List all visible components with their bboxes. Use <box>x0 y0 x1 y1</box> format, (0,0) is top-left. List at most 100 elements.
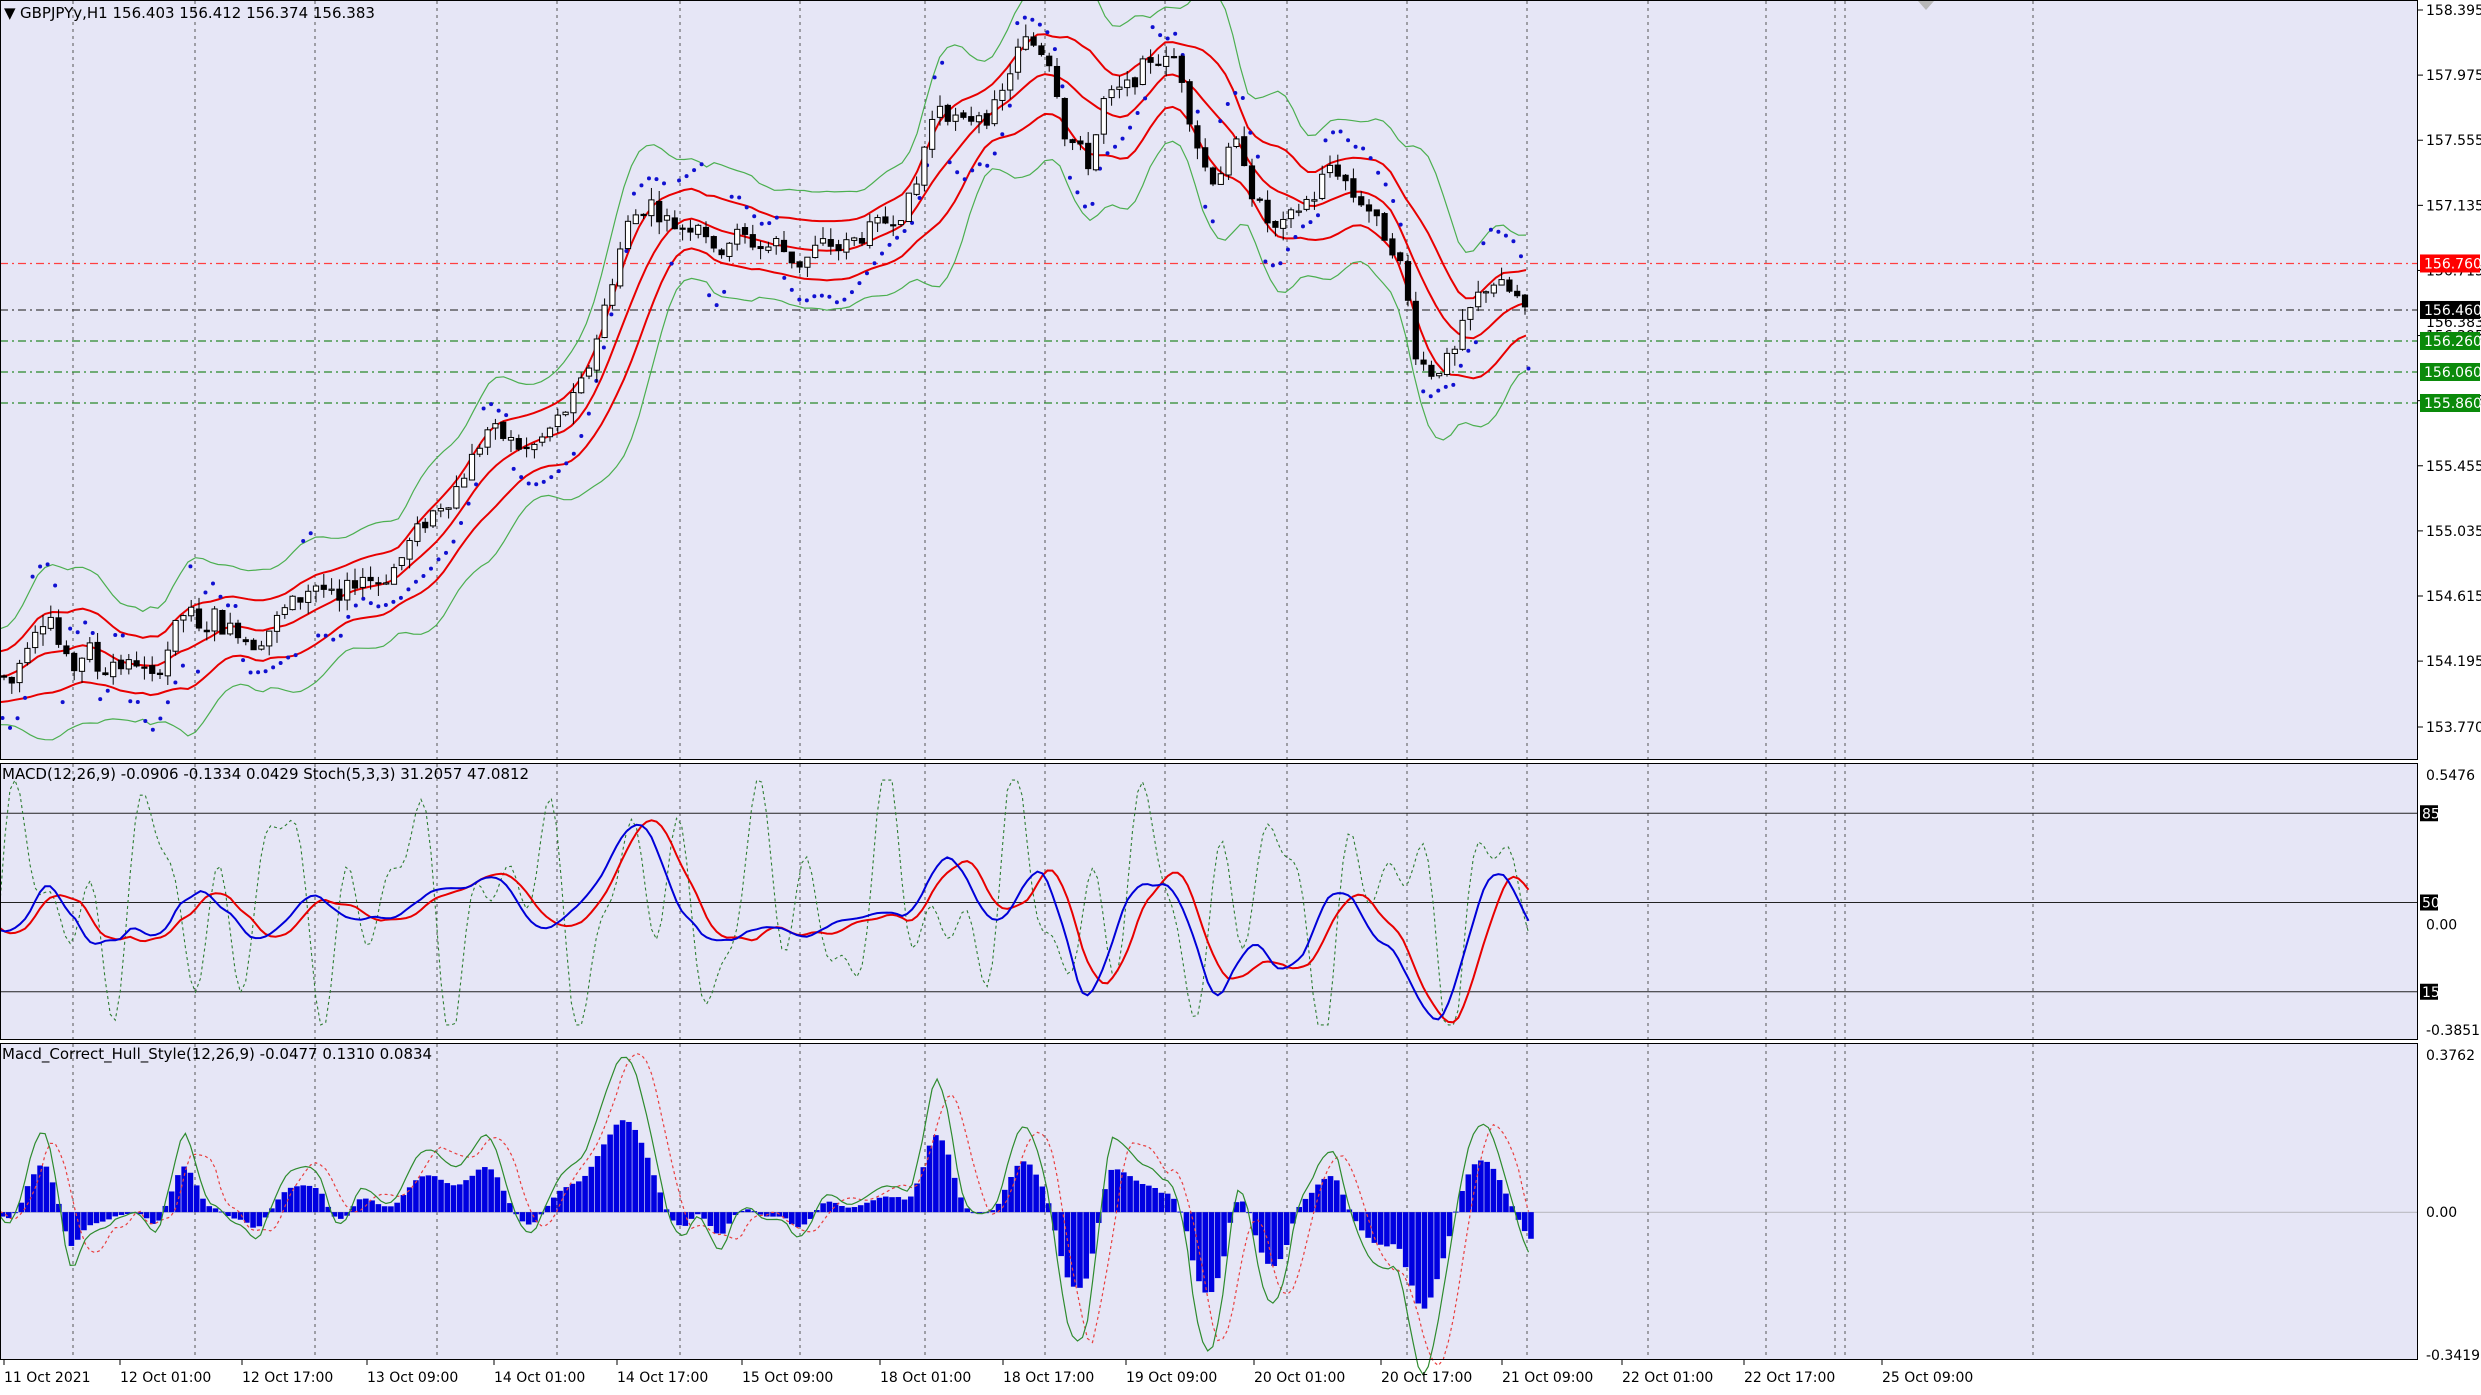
candle-body <box>1443 352 1451 375</box>
oscillator-panel[interactable] <box>0 763 2418 1040</box>
hull-histogram-bar <box>1415 1212 1422 1304</box>
candle-body <box>617 248 624 287</box>
candle-body <box>851 237 858 241</box>
candle-body <box>1319 173 1326 199</box>
stoch-level-label: 15 <box>2422 985 2440 1001</box>
candle-body <box>172 619 179 652</box>
candle-body <box>983 113 990 126</box>
psar-dot <box>459 520 464 525</box>
candle-body <box>952 114 959 122</box>
candle-body <box>461 477 468 488</box>
psar-dot <box>53 583 58 588</box>
hull-histogram-bar <box>914 1183 920 1213</box>
candle-body <box>1077 140 1084 145</box>
stoch-level-label: 85 <box>2422 806 2440 822</box>
candle-body <box>383 582 390 585</box>
time-label: 20 Oct 17:00 <box>1381 1370 1472 1386</box>
psar-dot <box>699 162 704 167</box>
hull-histogram-bar <box>43 1166 50 1213</box>
candle-body <box>86 642 93 660</box>
psar-dot <box>654 177 659 182</box>
psar-dot <box>1195 109 1200 114</box>
psar-dot <box>639 183 644 188</box>
candle-body <box>531 443 538 451</box>
hull-histogram-bar <box>1039 1186 1046 1213</box>
candle-body <box>406 540 413 560</box>
candle-body <box>1303 198 1310 210</box>
hull-histogram-bar <box>193 1185 200 1213</box>
psar-dot <box>1263 259 1268 264</box>
hull-histogram-bar <box>1390 1212 1396 1245</box>
hull-histogram-bar <box>1171 1198 1177 1213</box>
candle-body <box>336 588 343 601</box>
hull-histogram-bar <box>701 1212 707 1219</box>
psar-dot <box>511 466 516 471</box>
candle-body <box>8 676 15 684</box>
candle-body <box>648 199 655 217</box>
candle-body <box>320 584 327 590</box>
hull-histogram-bar <box>456 1184 463 1213</box>
hull-histogram-bar <box>1146 1185 1152 1213</box>
psar-dot <box>1526 366 1531 371</box>
hull-histogram-bar <box>1528 1212 1534 1239</box>
hull-histogram-bar <box>1402 1212 1409 1268</box>
psar-dot <box>1285 247 1290 252</box>
hull-histogram-bar <box>488 1169 494 1213</box>
price-tick-label: 157.135 <box>2426 198 2481 214</box>
hull-histogram-bar <box>369 1200 375 1213</box>
hull-histogram-bar <box>945 1154 952 1213</box>
hull-histogram-bar <box>920 1167 927 1213</box>
price-panel-header-arrow[interactable]: ▼ <box>4 4 16 22</box>
hull-histogram-bar <box>425 1175 432 1213</box>
candle-body <box>102 672 109 676</box>
candle-body <box>1053 65 1061 97</box>
candle-body <box>960 112 967 118</box>
psar-dot <box>293 653 298 658</box>
psar-dot <box>609 312 614 317</box>
candle-body <box>289 595 296 611</box>
candle-body <box>1155 63 1162 66</box>
oscillator-tick-label: 0.5476 <box>2426 768 2475 784</box>
psar-dot <box>391 599 396 604</box>
hull-histogram-bar <box>964 1208 970 1213</box>
psar-dot <box>105 688 110 693</box>
psar-dot <box>1113 144 1118 149</box>
candle-body <box>219 609 226 635</box>
hull-histogram-bar <box>601 1144 607 1213</box>
psar-dot <box>571 451 576 456</box>
hull-histogram-bar <box>1490 1168 1497 1213</box>
candle-body <box>453 486 460 509</box>
candle-body <box>991 99 998 125</box>
candle-body <box>1482 291 1490 294</box>
psar-dot <box>353 603 358 608</box>
psar-dot <box>677 178 682 183</box>
psar-dot <box>819 293 824 298</box>
psar-dot <box>481 406 486 411</box>
hull-histogram-bar <box>926 1145 933 1213</box>
hull-histogram-bar <box>726 1212 732 1224</box>
psar-dot <box>98 697 103 702</box>
hull-histogram-bar <box>569 1183 576 1213</box>
psar-dot <box>278 661 283 666</box>
psar-dot <box>180 663 185 668</box>
hull-histogram-bar <box>1058 1212 1064 1257</box>
candle-body <box>975 115 983 123</box>
hull-histogram-bar <box>1196 1212 1202 1282</box>
hull-histogram-bar <box>651 1175 657 1213</box>
hull-histogram-bar <box>807 1212 814 1219</box>
price-tick-label: 155.035 <box>2426 524 2481 540</box>
hull-histogram-bar <box>287 1187 294 1213</box>
candle-body <box>718 249 725 256</box>
psar-dot <box>165 700 170 705</box>
candle-body <box>905 192 912 223</box>
hull-macd-panel[interactable] <box>0 1043 2418 1360</box>
psar-dot <box>684 174 689 179</box>
time-label: 14 Oct 17:00 <box>617 1370 708 1386</box>
psar-dot <box>774 215 779 220</box>
hull-histogram-bar <box>1478 1160 1484 1213</box>
psar-dot <box>338 633 343 638</box>
price-panel[interactable] <box>0 0 2418 760</box>
time-label: 20 Oct 01:00 <box>1254 1370 1345 1386</box>
hull-histogram-bar <box>688 1212 695 1219</box>
candle-body <box>227 622 234 635</box>
